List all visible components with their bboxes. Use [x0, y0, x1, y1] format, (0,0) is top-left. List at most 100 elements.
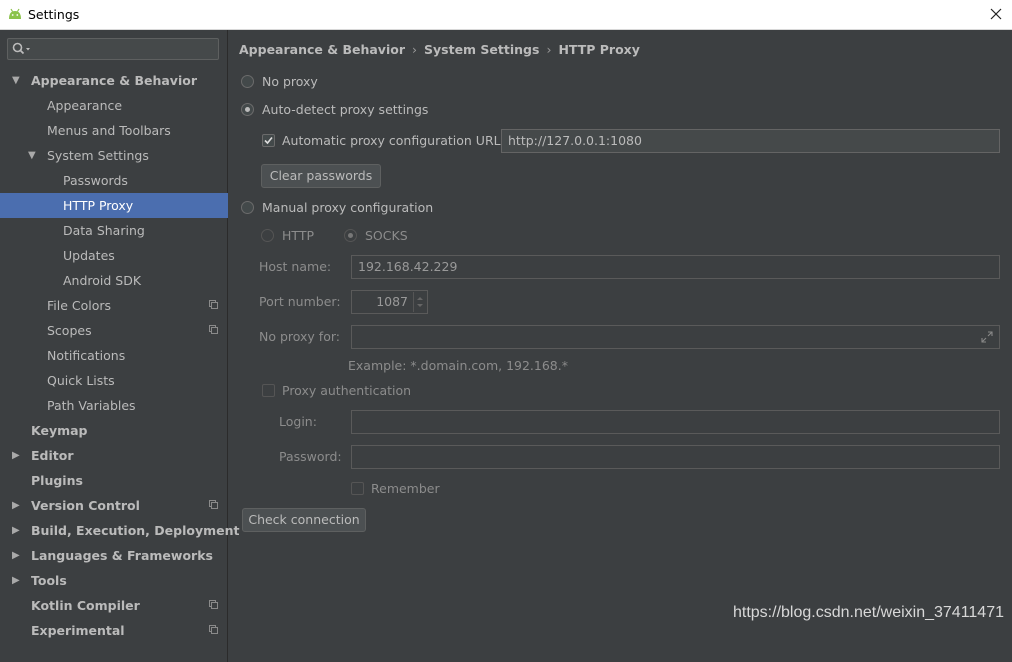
project-settings-icon [209, 500, 218, 509]
remember-label: Remember [371, 481, 440, 496]
sidebar-item[interactable]: File Colors [0, 293, 228, 318]
sidebar-item-label: Experimental [31, 623, 125, 638]
breadcrumb-item[interactable]: Appearance & Behavior [239, 42, 405, 57]
sidebar-item-label: HTTP Proxy [63, 198, 134, 213]
sidebar-item-label: Updates [63, 248, 115, 263]
chevron-right-icon[interactable]: ▶ [12, 518, 20, 543]
manual-proxy-label: Manual proxy configuration [262, 200, 434, 215]
title-bar: Settings [0, 0, 1012, 30]
sidebar-item-label: Android SDK [63, 273, 142, 288]
check-connection-button[interactable]: Check connection [242, 508, 366, 532]
sidebar-item[interactable]: Passwords [0, 168, 228, 193]
sidebar-item-label: Appearance [47, 98, 123, 113]
password-label: Password: [279, 449, 342, 464]
close-icon[interactable] [988, 6, 1004, 22]
manual-proxy-radio[interactable] [241, 201, 254, 214]
auto-config-url-field[interactable]: http://127.0.0.1:1080 [501, 129, 1000, 153]
sidebar-item-label: Keymap [31, 423, 88, 438]
spinner-arrows-icon[interactable] [413, 292, 426, 312]
sidebar-item[interactable]: Quick Lists [0, 368, 228, 393]
proxy-auth-label: Proxy authentication [282, 383, 412, 398]
socks-label: SOCKS [365, 228, 408, 243]
sidebar-item[interactable]: Keymap [0, 418, 228, 443]
sidebar-item[interactable]: ▶ Languages & Frameworks [0, 543, 228, 568]
login-field[interactable] [351, 410, 1000, 434]
checkmark-icon [264, 136, 273, 145]
sidebar-item[interactable]: Android SDK [0, 268, 228, 293]
chevron-right-icon: › [412, 42, 417, 57]
port-number-value: 1087 [376, 294, 408, 309]
sidebar-item[interactable]: HTTP Proxy [0, 193, 228, 218]
auto-config-url-label: Automatic proxy configuration URL: [282, 133, 505, 148]
sidebar-item-label: Appearance & Behavior [31, 73, 197, 88]
sidebar-item[interactable]: Scopes [0, 318, 228, 343]
sidebar-item[interactable]: Kotlin Compiler [0, 593, 228, 618]
socks-radio[interactable] [344, 229, 357, 242]
sidebar-item[interactable]: Experimental [0, 618, 228, 643]
sidebar-item[interactable]: ▶ Tools [0, 568, 228, 593]
auto-config-url-checkbox[interactable] [262, 134, 275, 147]
sidebar-item[interactable]: Notifications [0, 343, 228, 368]
http-label: HTTP [282, 228, 314, 243]
sidebar-item[interactable]: Menus and Toolbars [0, 118, 228, 143]
sidebar-item-label: Tools [31, 573, 67, 588]
chevron-down-icon[interactable]: ▼ [28, 143, 36, 168]
no-proxy-label: No proxy [262, 74, 318, 89]
sidebar-item-label: Plugins [31, 473, 83, 488]
http-radio[interactable] [261, 229, 274, 242]
expand-icon[interactable] [981, 331, 993, 343]
project-settings-icon [209, 300, 218, 309]
auto-detect-radio[interactable] [241, 103, 254, 116]
chevron-down-icon[interactable]: ▼ [12, 68, 20, 93]
sidebar-item-label: Quick Lists [47, 373, 115, 388]
sidebar-item-label: Languages & Frameworks [31, 548, 213, 563]
project-settings-icon [209, 325, 218, 334]
project-settings-icon [209, 625, 218, 634]
project-settings-icon [209, 600, 218, 609]
chevron-right-icon[interactable]: ▶ [12, 543, 20, 568]
no-proxy-for-field[interactable] [351, 325, 1000, 349]
no-proxy-example: Example: *.domain.com, 192.168.* [348, 358, 568, 373]
proxy-auth-checkbox[interactable] [262, 384, 275, 397]
search-input[interactable] [7, 38, 219, 60]
sidebar-item-label: Build, Execution, Deployment [31, 523, 240, 538]
sidebar-item[interactable]: ▼ System Settings [0, 143, 228, 168]
sidebar-item[interactable]: ▼ Appearance & Behavior [0, 68, 228, 93]
sidebar-item-label: Version Control [31, 498, 140, 513]
port-number-label: Port number: [259, 294, 341, 309]
sidebar-item-label: Notifications [47, 348, 126, 363]
sidebar-item[interactable]: ▶ Editor [0, 443, 228, 468]
no-proxy-radio[interactable] [241, 75, 254, 88]
chevron-right-icon: › [546, 42, 552, 57]
breadcrumb-item[interactable]: System Settings [424, 42, 539, 57]
chevron-right-icon[interactable]: ▶ [12, 493, 20, 518]
sidebar-item-label: Kotlin Compiler [31, 598, 140, 613]
remember-checkbox[interactable] [351, 482, 364, 495]
host-name-field[interactable]: 192.168.42.229 [351, 255, 1000, 279]
sidebar-item[interactable]: ▶ Build, Execution, Deployment [0, 518, 239, 543]
sidebar-item-label: File Colors [47, 298, 112, 313]
sidebar-item[interactable]: Plugins [0, 468, 228, 493]
password-field[interactable] [351, 445, 1000, 469]
settings-sidebar: ▼ Appearance & Behavior Appearance Menus an… [0, 30, 239, 662]
port-number-stepper[interactable]: 1087 [351, 290, 428, 314]
sidebar-item[interactable]: Appearance [0, 93, 228, 118]
login-label: Login: [279, 414, 317, 429]
search-icon [12, 42, 30, 55]
sidebar-item-label: Menus and Toolbars [47, 123, 171, 138]
chevron-right-icon[interactable]: ▶ [12, 443, 20, 468]
sidebar-item[interactable]: Updates [0, 243, 228, 268]
breadcrumb-item: HTTP Proxy [558, 42, 640, 57]
sidebar-item[interactable]: ▶ Version Control [0, 493, 228, 518]
sidebar-item-label: Scopes [47, 323, 92, 338]
chevron-right-icon[interactable]: ▶ [12, 568, 20, 593]
auto-detect-label: Auto-detect proxy settings [262, 102, 429, 117]
no-proxy-for-label: No proxy for: [259, 329, 340, 344]
sidebar-item-label: Passwords [63, 173, 128, 188]
sidebar-item-label: Data Sharing [63, 223, 145, 238]
clear-passwords-button[interactable]: Clear passwords [261, 164, 381, 188]
sidebar-item[interactable]: Path Variables [0, 393, 228, 418]
sidebar-item[interactable]: Data Sharing [0, 218, 228, 243]
android-icon [9, 8, 21, 19]
host-name-label: Host name: [259, 259, 332, 274]
